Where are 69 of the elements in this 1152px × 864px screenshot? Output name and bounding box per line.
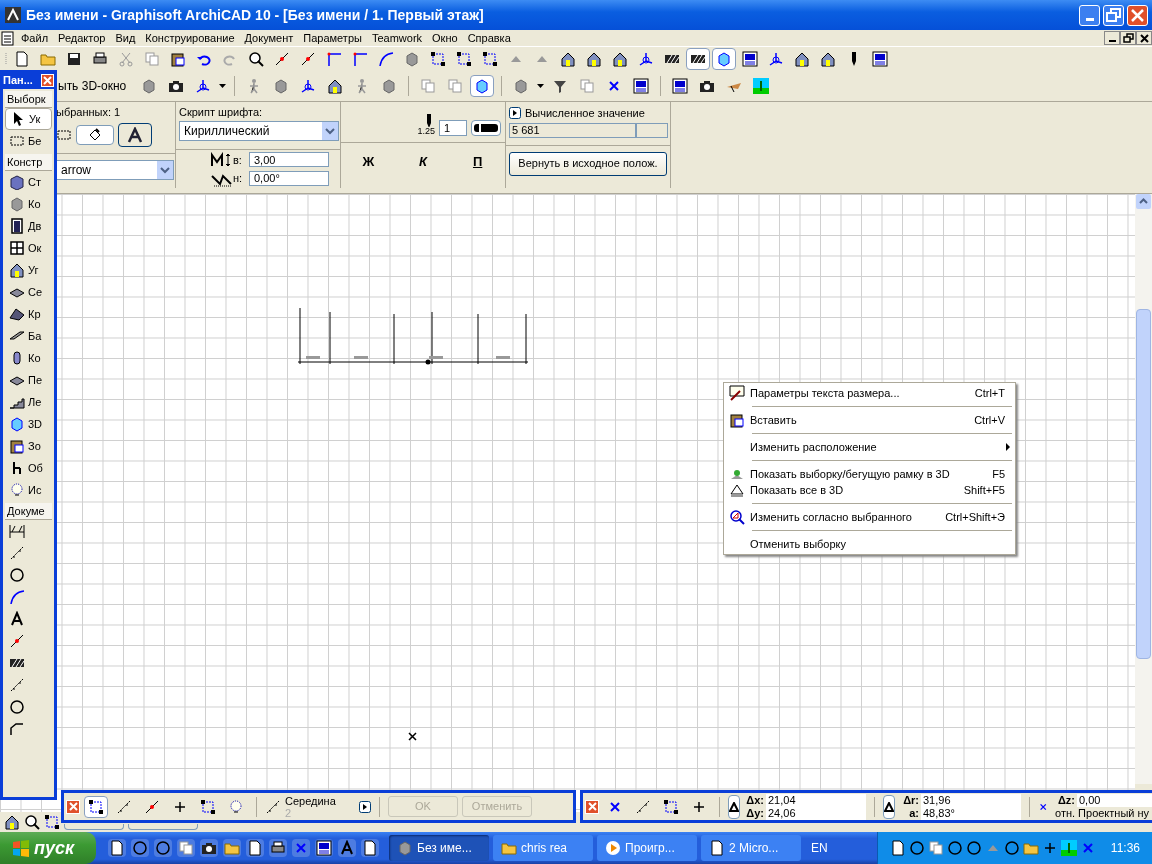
menu-item[interactable]: Окно [427,29,463,47]
delta-z-field: 0,00 [1077,793,1152,807]
tool-button[interactable]: Зо [5,435,52,457]
menu-item[interactable]: Документ [239,29,299,47]
menu-item[interactable]: Teamwork [366,29,428,47]
tool-button[interactable]: Кр [5,303,52,325]
menu-item[interactable]: Изменить согласно выбранного Ctrl+Shift+Э [724,509,1015,525]
open-3d-window-label: ыть 3D-окно [58,78,127,95]
taskbar-button[interactable]: 2 Micro... [701,835,801,861]
delta-radius-field: 31,96 [921,793,1021,807]
tool-button[interactable]: Ко [5,193,52,215]
menu-item[interactable]: Параметры текста размера... Ctrl+T [724,385,1015,401]
menu-item[interactable]: Конструирование [140,29,240,47]
font-dropdown[interactable]: arrow [56,159,174,180]
font-script-dropdown[interactable]: Кириллический [179,120,339,141]
palette-section-header[interactable]: Докуме [5,503,52,520]
taskbar-button[interactable]: Без име... [389,835,489,861]
delta-radius-label: Δr: [902,793,920,807]
font-style-button[interactable]: К [410,151,436,173]
tool-button[interactable]: Ис [5,479,52,501]
tool-button[interactable]: Уг [5,259,52,281]
menu-item[interactable]: Редактор [53,29,111,47]
palette-title: Пан... [3,73,34,89]
tool-button[interactable]: Ст [5,171,52,193]
delta-x-label: Δx: [745,793,765,807]
taskbar-button[interactable]: chris rea [493,835,593,861]
menu-item[interactable]: Отменить выборку [724,536,1015,552]
window-title: Без имени - Graphisoft ArchiCAD 10 - [Без имени / 1. Первый этаж] [26,5,484,25]
menu-item[interactable]: Изменить расположение [724,439,1015,455]
menu-item[interactable]: Вид [110,29,141,47]
pen-number-field[interactable]: 1 [439,120,467,136]
clock: 11:36 [1110,840,1140,857]
tool-button[interactable]: Ук [5,108,52,130]
menu-item[interactable]: Файл [16,29,54,47]
palette-section-header[interactable]: Выборк [5,91,52,108]
tool-button[interactable]: Ле [5,391,52,413]
tool-button[interactable]: Ко [5,347,52,369]
angle-label: н: [233,171,244,187]
delta-z-label: Δz: [1056,793,1076,807]
tool-button[interactable]: Пе [5,369,52,391]
font-script-label: Скрипт шрифта: [179,105,264,120]
font-style-button[interactable]: Ж [355,151,382,173]
menu-item[interactable]: Показать выборку/бегущую рамку в 3D F5 [724,466,1015,482]
start-button[interactable]: пуск [0,832,96,864]
pen-scale-label: 1.25 [417,127,435,136]
menu-item[interactable]: Показать все в 3D Shift+F5 [724,482,1015,498]
tool-button[interactable]: Ба [5,325,52,347]
tool-button[interactable]: 3D [5,413,52,435]
language-indicator[interactable]: EN [811,839,828,857]
taskbar-button[interactable]: Проигр... [597,835,697,861]
angle-field[interactable]: 0,00° [249,171,329,186]
tool-button[interactable]: Се [5,281,52,303]
menu-item[interactable]: Параметры [298,29,367,47]
calculated-value-field: 5 681 [509,122,636,138]
height-field[interactable]: 3,00 [249,152,329,168]
menu-item[interactable]: Вставить Ctrl+V [724,412,1015,428]
palette-section-header[interactable]: Констр [5,154,52,171]
delta-x-field: 21,04 [766,793,866,807]
calculated-value-label: Вычисленное значение [525,106,645,121]
tool-button[interactable]: Дв [5,215,52,237]
selection-count-label: ыбранных: 1 [56,105,122,120]
tool-button[interactable]: Ок [5,237,52,259]
font-style-button[interactable]: П [464,151,491,173]
snap-mode-label: Середина [285,794,337,807]
menu-item[interactable]: Справка [462,29,516,47]
tool-button[interactable]: Об [5,457,52,479]
reset-position-button[interactable]: Вернуть в исходное полож. [509,151,667,176]
tool-button[interactable]: Бе [5,130,52,152]
height-label: в: [233,152,243,168]
